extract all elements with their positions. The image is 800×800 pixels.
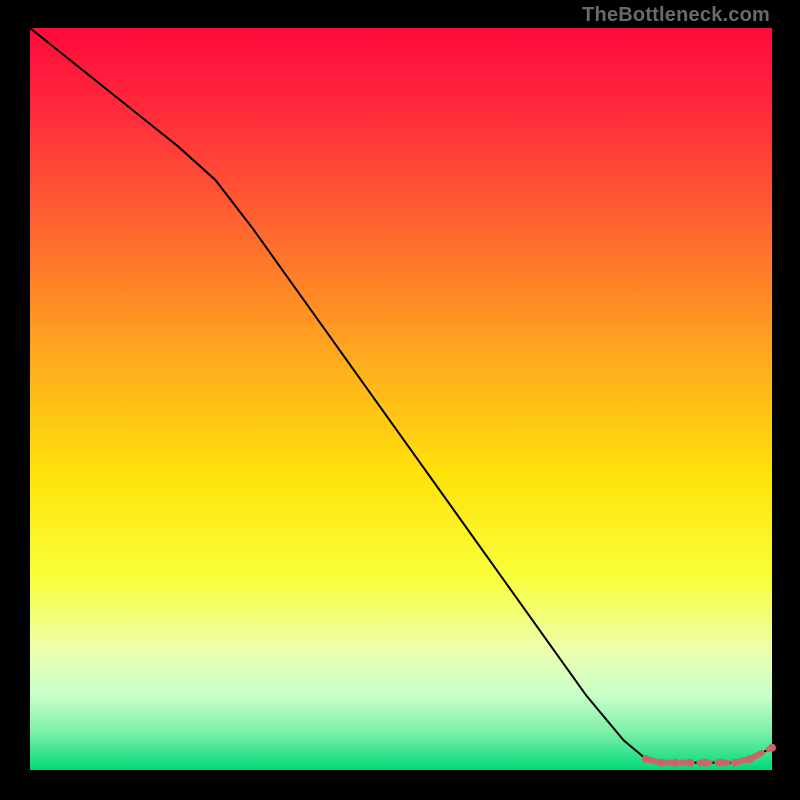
marker-dot bbox=[672, 759, 680, 767]
marker-dot bbox=[657, 759, 665, 767]
bottleneck-chart bbox=[0, 0, 800, 800]
marker-dot bbox=[768, 744, 776, 752]
marker-dot bbox=[701, 759, 709, 767]
marker-dot bbox=[731, 759, 739, 767]
marker-dot bbox=[746, 755, 754, 763]
chart-root: TheBottleneck.com bbox=[0, 0, 800, 800]
marker-dot bbox=[686, 759, 694, 767]
plot-background bbox=[30, 28, 772, 770]
marker-dot bbox=[716, 759, 724, 767]
marker-dot bbox=[642, 755, 650, 763]
